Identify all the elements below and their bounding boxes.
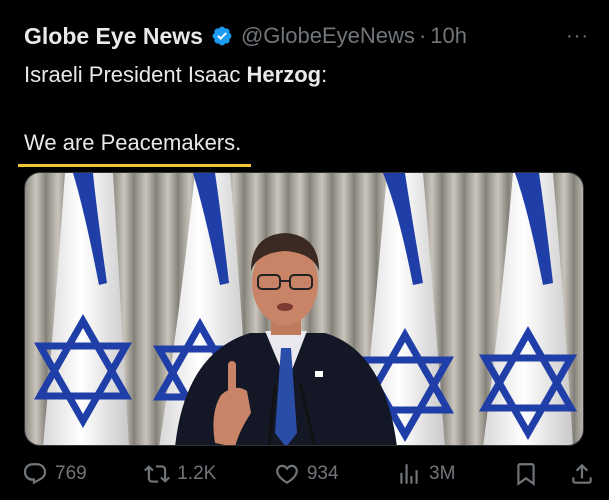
more-options-icon[interactable]: ··· [566,20,589,52]
right-actions [513,461,595,487]
author-handle[interactable]: @GlobeEyeNews [241,23,415,49]
reply-button[interactable]: 769 [22,461,87,487]
verified-badge-icon[interactable] [211,25,233,47]
reply-count: 769 [55,463,87,484]
separator-dot: · [418,23,427,48]
bookmark-icon [517,463,535,486]
highlighted-quote: We are Peacemakers. [18,126,252,167]
reply-icon [23,463,47,485]
tweet-text-prefix: Israeli President Isaac [24,62,247,87]
like-button[interactable]: 934 [274,461,339,487]
tweet-text-bold: Herzog [246,62,322,87]
views-button[interactable]: 3M [396,461,455,487]
like-count: 934 [306,463,339,484]
views-icon [400,464,418,484]
tweet-text-line-1: Israeli President Isaac Herzog: [24,58,594,92]
bookmark-button[interactable] [513,461,539,487]
views-count: 3M [429,463,456,484]
media-photo [25,173,583,445]
share-icon [572,463,592,484]
repost-count: 1.2K [177,463,217,484]
tweet-actions-bar: 769 1.2K 934 3M [22,456,595,492]
author-name[interactable]: Globe Eye News [24,23,203,50]
tweet-text-suffix: : [321,62,328,87]
tweet-header: Globe Eye News @GlobeEyeNews · 10h ··· [24,20,589,52]
tweet-text: Israeli President Isaac Herzog: We are P… [18,58,594,167]
like-icon [275,464,298,484]
post-time[interactable]: 10h [430,23,467,49]
share-button[interactable] [569,461,595,487]
repost-icon [144,465,171,483]
tweet-media-image[interactable] [24,172,584,446]
tweet-text-line-3: We are Peacemakers. [18,126,594,167]
repost-button[interactable]: 1.2K [144,461,216,487]
